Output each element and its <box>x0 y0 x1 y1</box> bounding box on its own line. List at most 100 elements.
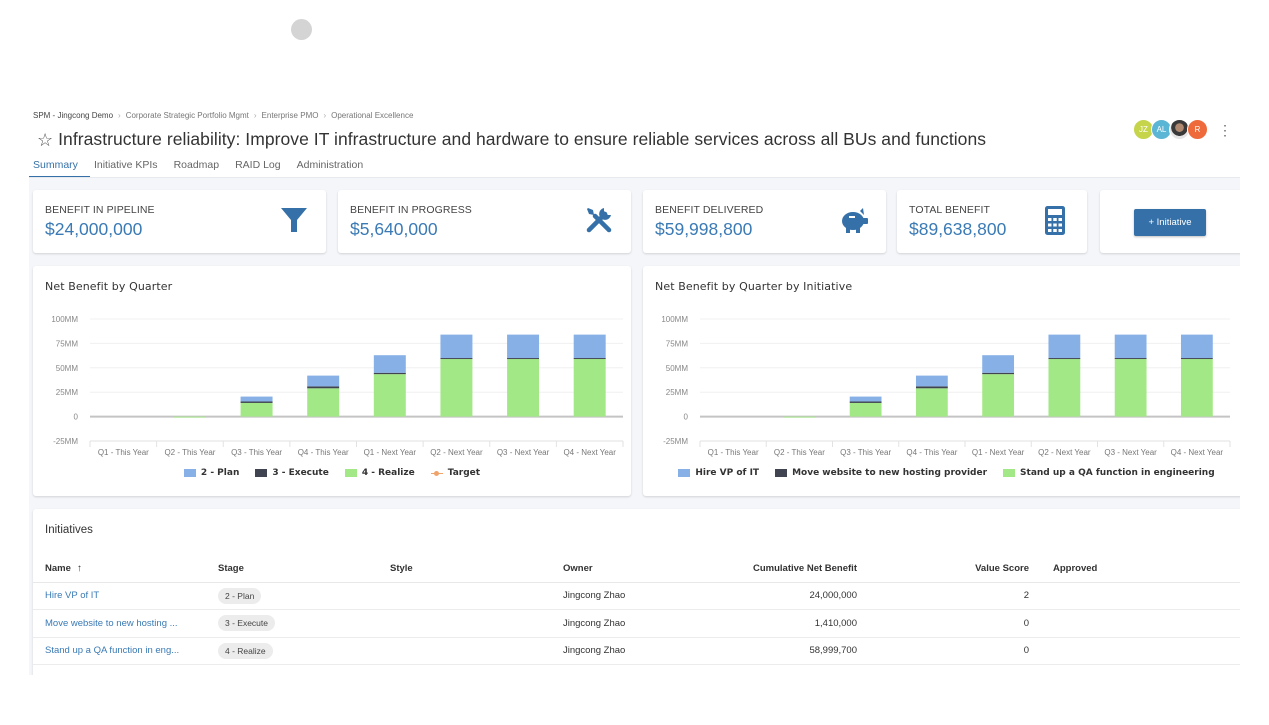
tab-administration[interactable]: Administration <box>293 157 376 177</box>
legend-item-plan[interactable]: 2 - Plan <box>183 468 239 478</box>
kpi-value: $5,640,000 <box>350 219 438 239</box>
kpi-label: Benefit Delivered <box>655 204 764 216</box>
approved-cell <box>1041 582 1240 610</box>
x-tick-label: Q1 - Next Year <box>972 448 1025 457</box>
approved-cell <box>1041 609 1240 638</box>
initiative-link[interactable]: Move website to new hosting ... <box>45 618 178 629</box>
tab-summary[interactable]: Summary <box>29 157 90 178</box>
owner-cell: Jingcong Zhao <box>551 582 691 610</box>
tab-initiative-kpis[interactable]: Initiative KPIs <box>90 157 170 177</box>
y-tick-label: 0 <box>684 413 689 422</box>
tab-raid-log[interactable]: RAID Log <box>231 157 293 177</box>
bar-segment <box>573 359 606 417</box>
cursor-indicator <box>291 19 312 40</box>
benefit-cell: 24,000,000 <box>691 582 869 610</box>
x-tick-label: Q2 - Next Year <box>430 448 483 457</box>
bar-segment <box>1180 359 1213 417</box>
column-header-approved[interactable]: Approved <box>1041 555 1240 583</box>
y-tick-label: 50MM <box>56 364 79 373</box>
column-header-stage[interactable]: Stage <box>206 555 378 583</box>
breadcrumb-item[interactable]: SPM - Jingcong Demo <box>33 111 113 120</box>
legend-swatch <box>775 469 788 477</box>
column-header-style[interactable]: Style <box>378 555 551 583</box>
bar-segment <box>573 358 606 360</box>
y-tick-label: 100MM <box>51 315 78 324</box>
benefit-cell: 1,410,000 <box>691 609 869 638</box>
table-row[interactable]: Hire VP of IT 2 - Plan Jingcong Zhao 24,… <box>33 582 1240 610</box>
y-tick-label: -25MM <box>663 437 688 446</box>
breadcrumb-item[interactable]: Operational Excellence <box>331 111 413 120</box>
legend-item-hire-vp[interactable]: Hire VP of IT <box>678 468 759 478</box>
breadcrumb-item[interactable]: Corporate Strategic Portfolio Mgmt <box>126 111 249 120</box>
column-header-name[interactable]: Name ↑ <box>33 555 206 583</box>
initiatives-table: Name ↑ Stage Style Owner Cumulative Net B… <box>33 555 1240 665</box>
legend-label: 3 - Execute <box>272 468 329 478</box>
tools-icon <box>586 208 612 233</box>
x-tick-label: Q2 - This Year <box>164 448 215 457</box>
legend-item-target[interactable]: Target <box>430 468 481 478</box>
kpi-label: Total Benefit <box>909 204 991 216</box>
value-score-cell: 0 <box>869 637 1041 665</box>
column-header-benefit[interactable]: Cumulative Net Benefit <box>691 555 869 583</box>
y-tick-label: 25MM <box>666 388 689 397</box>
star-outline-icon[interactable]: ☆ <box>37 131 53 149</box>
chevron-right-icon: › <box>253 111 257 120</box>
title-row: ☆ Infrastructure reliability: Improve IT… <box>37 129 986 150</box>
x-tick-label: Q2 - This Year <box>774 448 825 457</box>
y-tick-label: 50MM <box>666 364 689 373</box>
chart-legend: 2 - Plan 3 - Execute 4 - Realize Target <box>33 468 631 478</box>
stage-badge: 3 - Execute <box>218 615 275 632</box>
y-tick-label: 100MM <box>661 315 688 324</box>
kpi-label: Benefit in Pipeline <box>45 204 155 216</box>
kebab-menu-icon[interactable]: ⋮ <box>1218 123 1232 137</box>
tab-roadmap[interactable]: Roadmap <box>170 157 232 177</box>
table-row[interactable]: Stand up a QA function in eng... 4 - Rea… <box>33 637 1240 665</box>
net-benefit-by-initiative-chart: 100MM 75MM 50MM 25MM 0 -25MM Q1 - This Year Q2 … <box>661 315 1231 457</box>
column-header-owner[interactable]: Owner <box>551 555 691 583</box>
legend-item-qa-function[interactable]: Stand up a QA function in engineering <box>1003 468 1215 478</box>
bar-segment <box>982 355 1015 373</box>
legend-swatch <box>344 469 357 477</box>
style-cell <box>378 637 551 665</box>
bar-segment <box>507 359 540 417</box>
breadcrumb-item[interactable]: Enterprise PMO <box>262 111 319 120</box>
stage-badge: 2 - Plan <box>218 587 262 604</box>
stage-badge: 4 - Realize <box>218 642 273 659</box>
bar-segment <box>507 334 540 359</box>
value-score-cell: 0 <box>869 609 1041 638</box>
bar-segment <box>373 355 406 373</box>
legend-item-realize[interactable]: 4 - Realize <box>344 468 415 478</box>
bar-segment <box>1114 358 1147 360</box>
y-tick-label: 75MM <box>56 339 79 348</box>
y-tick-label: 0 <box>74 413 79 422</box>
bar-segment <box>373 374 406 417</box>
legend-swatch <box>1003 469 1016 477</box>
bar-segment <box>915 386 948 389</box>
calculator-icon <box>1045 206 1065 235</box>
bar-segment <box>507 358 540 360</box>
bar-segment <box>1048 359 1081 417</box>
chart-card-by-quarter: Net Benefit by Quarter 100MM 75MM 50MM 25MM… <box>33 266 631 496</box>
table-row[interactable]: Move website to new hosting ... 3 - Exec… <box>33 609 1240 638</box>
table-header-row: Name ↑ Stage Style Owner Cumulative Net B… <box>33 555 1240 583</box>
x-tick-label: Q1 - This Year <box>708 448 759 457</box>
initiative-link[interactable]: Stand up a QA function in eng... <box>45 645 179 656</box>
initiative-link[interactable]: Hire VP of IT <box>45 590 99 601</box>
add-initiative-button[interactable]: + Initiative <box>1134 209 1206 236</box>
avatar[interactable]: R <box>1187 119 1208 140</box>
x-tick-label: Q3 - Next Year <box>1104 448 1157 457</box>
collaborator-avatars: JZ AL R ⋮ <box>1133 119 1232 140</box>
x-tick-label: Q1 - This Year <box>98 448 149 457</box>
legend-item-move-website[interactable]: Move website to new hosting provider <box>775 468 987 478</box>
y-tick-label: 25MM <box>56 388 79 397</box>
bar-segment <box>1048 334 1081 359</box>
legend-swatch <box>255 469 268 477</box>
column-header-value-score[interactable]: Value Score <box>869 555 1041 583</box>
legend-label: Target <box>447 468 481 478</box>
bar-segment <box>915 388 948 417</box>
x-tick-label: Q3 - This Year <box>840 448 891 457</box>
bar-segment <box>307 386 340 389</box>
legend-item-execute[interactable]: 3 - Execute <box>255 468 329 478</box>
bar-segment <box>982 374 1015 417</box>
style-cell <box>378 582 551 610</box>
